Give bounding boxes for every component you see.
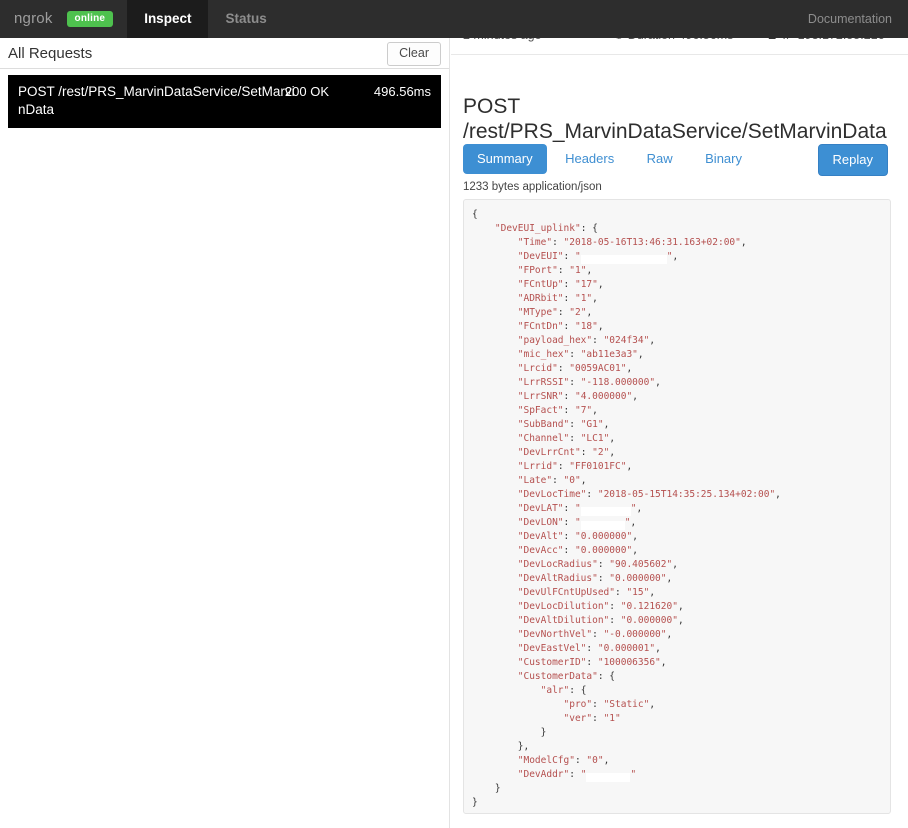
json-body: { "DevEUI_uplink": { "Time": "2018-05-16… (472, 209, 781, 808)
ngrok-inspector-app: ngrok online Inspect Status Documentatio… (0, 0, 908, 828)
tab-headers[interactable]: Headers (551, 144, 628, 174)
user-icon: ▲ (766, 38, 778, 42)
top-navbar: ngrok online Inspect Status Documentatio… (0, 0, 908, 38)
status-badge: online (66, 11, 114, 27)
ip-label: IP (782, 38, 794, 42)
replay-button[interactable]: Replay (817, 144, 888, 176)
detail-pane: 2 minutes ago ⏱ Duration 496.56ms ▲ IP 193… (451, 38, 908, 828)
tab-raw[interactable]: Raw (633, 144, 687, 174)
request-meta-row: 2 minutes ago ⏱ Duration 496.56ms ▲ IP 193… (451, 38, 908, 55)
brand-logo: ngrok (14, 10, 53, 27)
response-body-panel[interactable]: { "DevEUI_uplink": { "Time": "2018-05-16… (463, 199, 891, 814)
request-duration: 496.56ms (373, 84, 431, 99)
duration-label: Duration (628, 38, 675, 42)
page-title: All Requests (8, 44, 93, 62)
request-duration-meta: ⏱ Duration 496.56ms (614, 38, 733, 43)
request-time-ago: 2 minutes ago (463, 38, 542, 42)
detail-tabs: Summary Headers Raw Binary Replay (463, 144, 898, 176)
detail-method: POST (463, 95, 521, 118)
clear-button[interactable]: Clear (387, 42, 441, 66)
body-meta: 1233 bytes application/json (463, 181, 602, 193)
nav-tab-status[interactable]: Status (208, 0, 283, 38)
tab-binary[interactable]: Binary (691, 144, 756, 174)
detail-title: POST /rest/PRS_MarvinDataService/SetMarv… (463, 94, 893, 144)
request-status: 200 OK (284, 84, 329, 99)
request-method-path: POST /rest/PRS_MarvinDataService/SetMarv… (18, 83, 298, 118)
tab-summary[interactable]: Summary (463, 144, 547, 174)
list-item[interactable]: POST /rest/PRS_MarvinDataService/SetMarv… (8, 75, 441, 128)
request-method: POST (18, 84, 55, 99)
request-ip-meta: ▲ IP 193.172.55.216 (766, 38, 885, 42)
requests-pane: All Requests Clear POST /rest/PRS_Marvin… (0, 38, 450, 828)
nav-tab-inspect[interactable]: Inspect (127, 0, 209, 38)
requests-header: All Requests Clear (0, 38, 449, 69)
duration-value: 496.56ms (679, 38, 734, 42)
clock-icon: ⏱ (614, 38, 624, 43)
request-path: /rest/PRS_MarvinDataService/SetMarvinDat… (18, 84, 295, 117)
ip-value: 193.172.55.216 (798, 38, 885, 42)
request-list: POST /rest/PRS_MarvinDataService/SetMarv… (0, 69, 449, 128)
documentation-link[interactable]: Documentation (808, 0, 908, 38)
detail-path: /rest/PRS_MarvinDataService/SetMarvinDat… (463, 120, 887, 143)
